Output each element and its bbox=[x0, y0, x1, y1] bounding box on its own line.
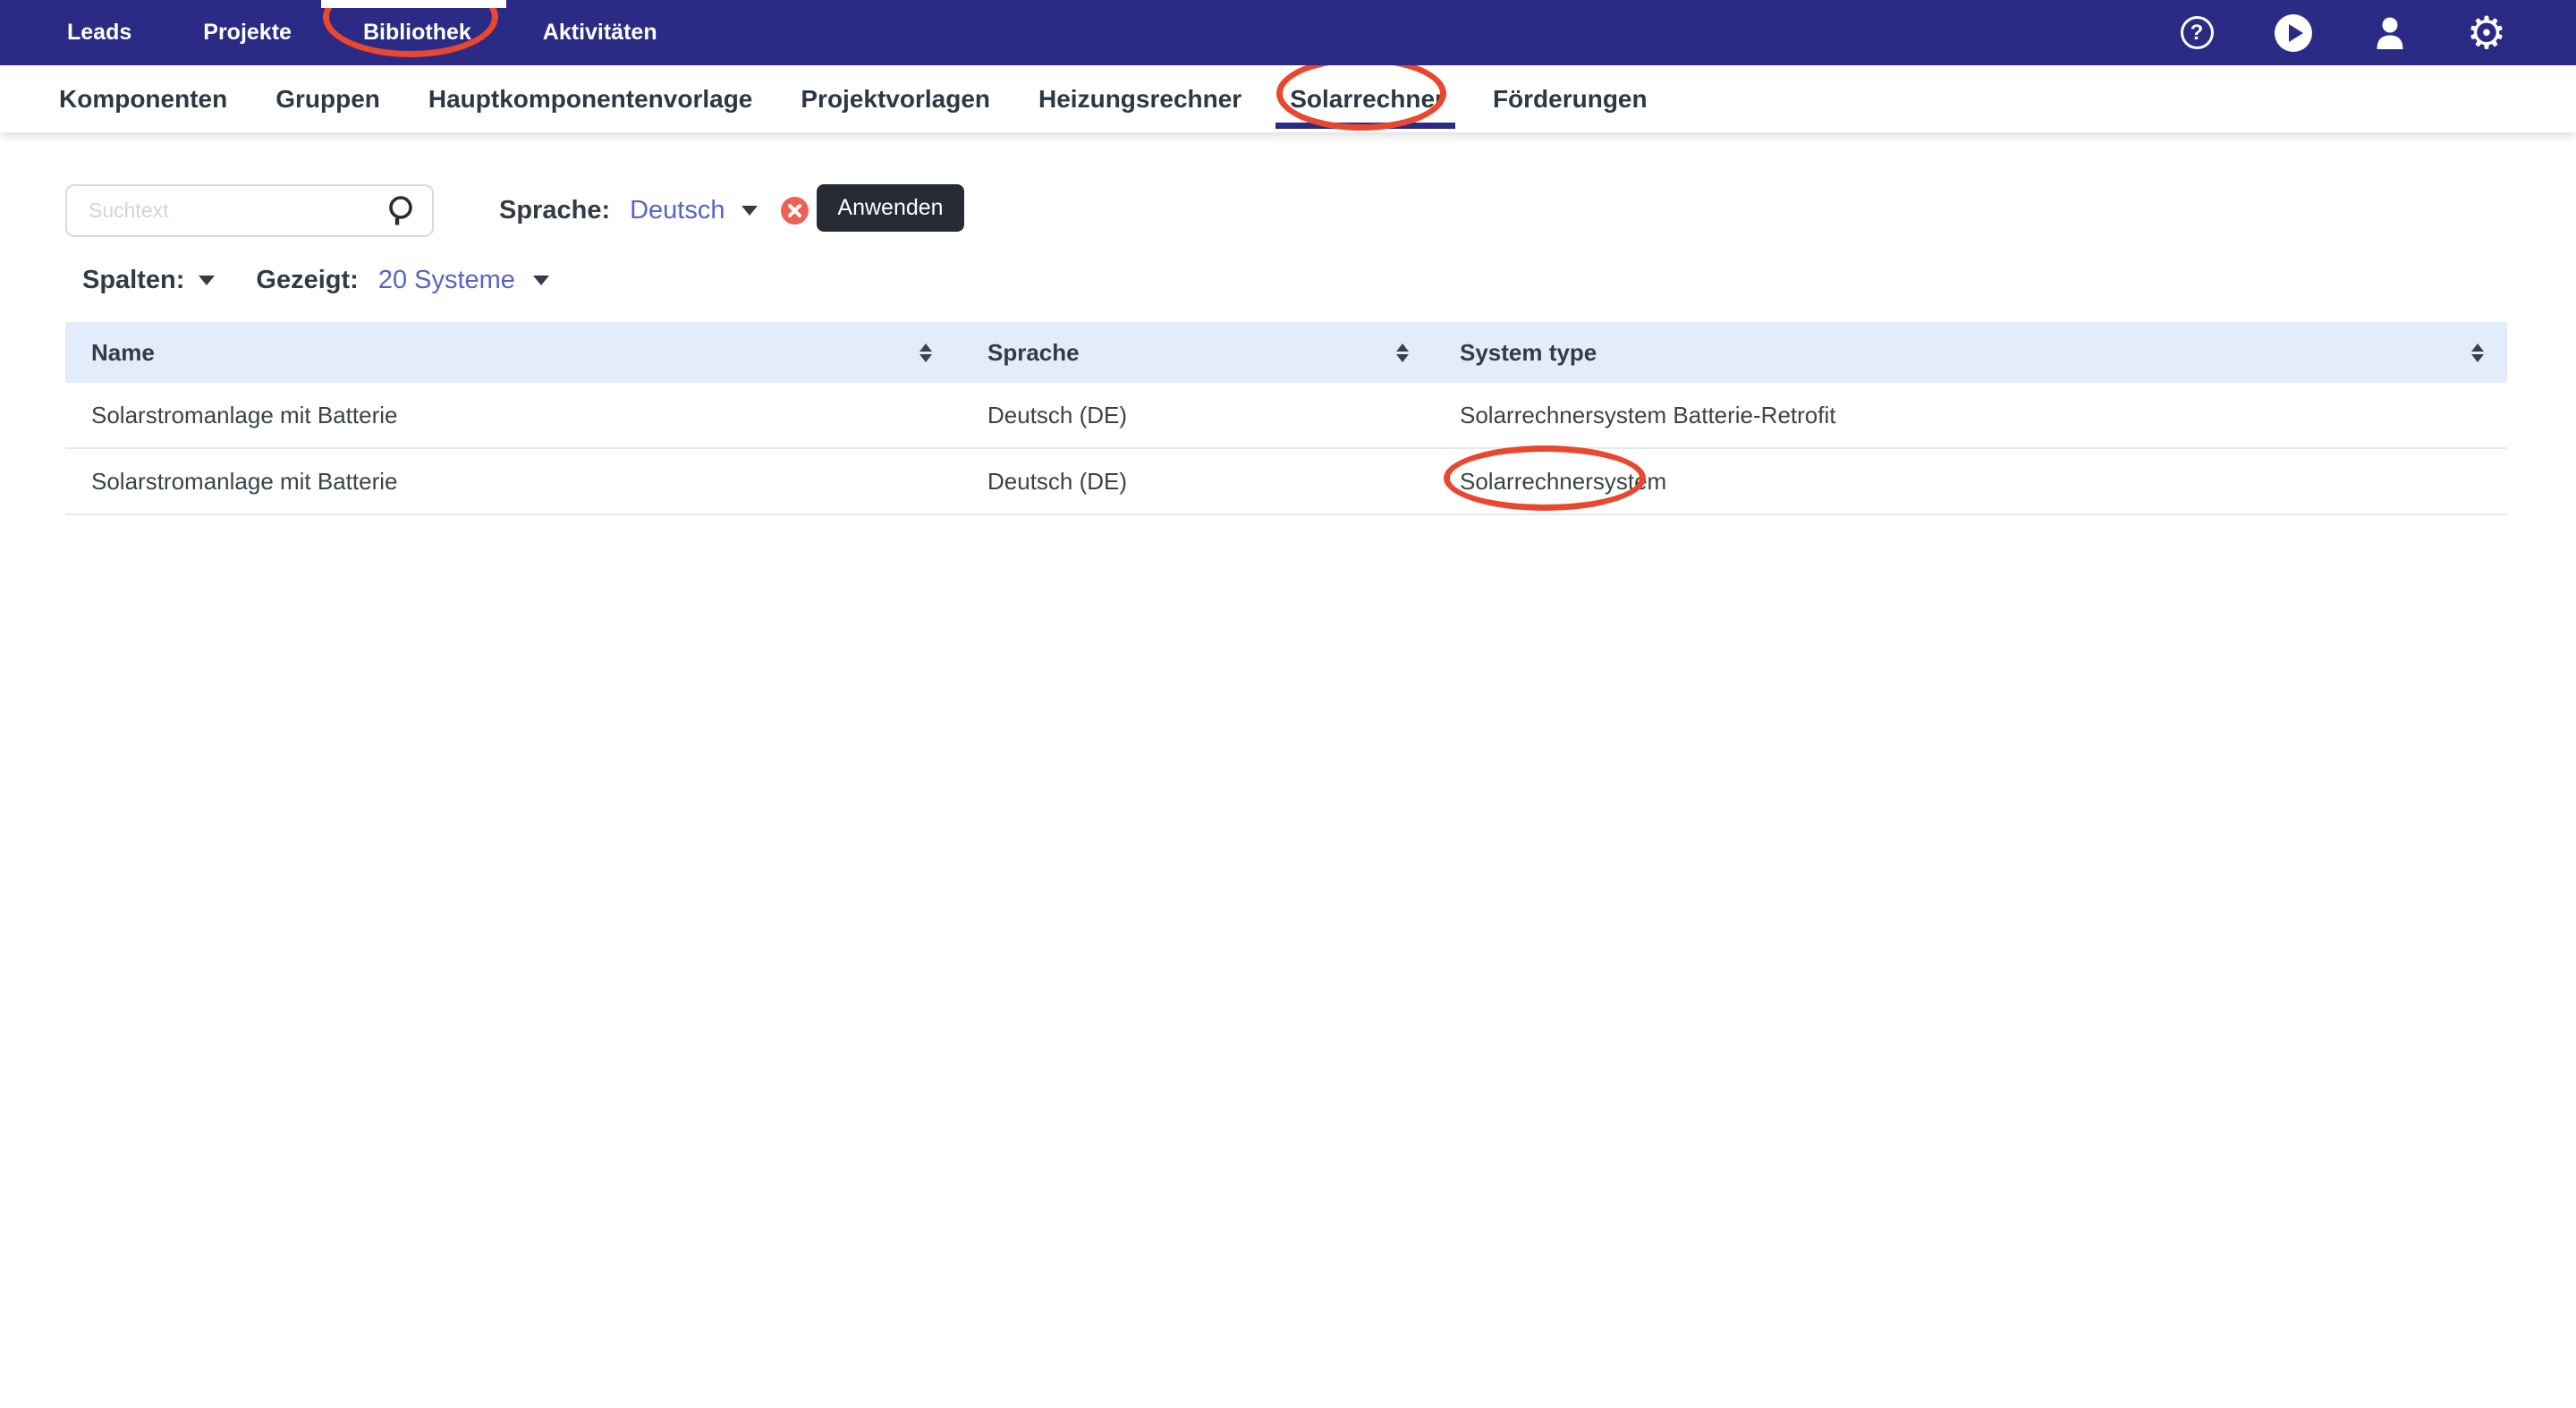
clear-x-glyph bbox=[787, 204, 801, 217]
cell-sprache: Deutsch (DE) bbox=[987, 467, 1128, 495]
shown-label: Gezeigt: bbox=[256, 265, 359, 294]
column-header-sprache-label: Sprache bbox=[987, 338, 1080, 366]
table-row[interactable]: Solarstromanlage mit Batterie Deutsch (D… bbox=[65, 383, 2507, 449]
cell-name: Solarstromanlage mit Batterie bbox=[91, 467, 398, 495]
table-header-row: Name Sprache System type bbox=[65, 322, 2507, 383]
language-dropdown-value[interactable]: Deutsch bbox=[630, 196, 724, 225]
help-icon[interactable]: ? bbox=[2177, 13, 2216, 53]
search-box bbox=[65, 184, 434, 237]
cell-system-type: Solarrechnersystem bbox=[1460, 467, 1667, 495]
shown-dropdown-value[interactable]: 20 Systeme bbox=[378, 266, 515, 295]
language-filter: Sprache: Deutsch bbox=[499, 184, 809, 237]
table-row[interactable]: Solarstromanlage mit Batterie Deutsch (D… bbox=[65, 449, 2507, 515]
cell-sprache: Deutsch (DE) bbox=[987, 401, 1128, 428]
top-navbar: Leads Projekte Bibliothek Aktivitäten ? … bbox=[0, 0, 2576, 65]
tab-hauptkomponentenvorlage[interactable]: Hauptkomponentenvorlage bbox=[428, 65, 752, 132]
library-tabbar: Komponenten Gruppen Hauptkomponentenvorl… bbox=[0, 56, 2576, 132]
tab-komponenten[interactable]: Komponenten bbox=[59, 65, 227, 132]
user-icon[interactable] bbox=[2370, 13, 2410, 53]
column-header-sprache[interactable]: Sprache bbox=[975, 322, 1442, 383]
column-header-name-label: Name bbox=[91, 338, 155, 366]
language-chevron-down-icon[interactable] bbox=[741, 206, 758, 216]
gear-glyph: ⚙ bbox=[2466, 6, 2507, 59]
clear-language-icon[interactable] bbox=[780, 197, 809, 225]
shown-chevron-down-icon[interactable] bbox=[532, 275, 549, 285]
tab-projektvorlagen[interactable]: Projektvorlagen bbox=[801, 65, 990, 132]
search-input[interactable] bbox=[65, 184, 434, 237]
systems-table: Name Sprache System type Solarstromanlag… bbox=[65, 322, 2507, 515]
tab-foerderungen[interactable]: Förderungen bbox=[1493, 65, 1648, 132]
nav-item-bibliothek-label: Bibliothek bbox=[362, 20, 471, 45]
user-silhouette bbox=[2377, 17, 2403, 49]
nav-item-leads[interactable]: Leads bbox=[67, 0, 131, 65]
apply-button[interactable]: Anwenden bbox=[817, 184, 964, 232]
settings-gear-icon[interactable]: ⚙ bbox=[2466, 6, 2507, 59]
play-tutorial-icon[interactable] bbox=[2274, 13, 2313, 53]
column-header-system-type[interactable]: System type bbox=[1442, 322, 2507, 383]
nav-item-bibliothek[interactable]: Bibliothek bbox=[321, 0, 507, 65]
language-label: Sprache: bbox=[499, 196, 611, 225]
active-tab-underline bbox=[1275, 123, 1455, 129]
tab-gruppen[interactable]: Gruppen bbox=[275, 65, 380, 132]
tab-solarrechner[interactable]: Solarrechner bbox=[1275, 56, 1455, 132]
tab-heizungsrechner[interactable]: Heizungsrechner bbox=[1038, 65, 1241, 132]
sort-icon[interactable] bbox=[919, 343, 932, 362]
play-circle bbox=[2275, 13, 2312, 52]
nav-item-projekte[interactable]: Projekte bbox=[203, 0, 292, 65]
sort-icon[interactable] bbox=[2471, 343, 2484, 362]
columns-chevron-down-icon[interactable] bbox=[199, 275, 216, 285]
columns-label: Spalten: bbox=[82, 265, 185, 294]
tab-solarrechner-label: Solarrechner bbox=[1290, 84, 1445, 113]
help-question-glyph: ? bbox=[2180, 16, 2214, 49]
nav-item-aktivitaeten[interactable]: Aktivitäten bbox=[543, 0, 657, 65]
table-controls-row: Spalten: Gezeigt: 20 Systeme bbox=[82, 258, 549, 302]
search-icon[interactable] bbox=[384, 194, 418, 228]
cell-system-type: Solarrechnersystem Batterie-Retrofit bbox=[1460, 401, 1836, 428]
column-header-name[interactable]: Name bbox=[65, 322, 975, 383]
navbar-icon-group: ? ⚙ bbox=[2177, 0, 2506, 65]
play-triangle bbox=[2288, 23, 2303, 42]
annotation-white-strip bbox=[321, 0, 507, 8]
cell-name: Solarstromanlage mit Batterie bbox=[91, 401, 398, 428]
sort-icon[interactable] bbox=[1396, 343, 1409, 362]
column-header-system-type-label: System type bbox=[1460, 338, 1597, 366]
